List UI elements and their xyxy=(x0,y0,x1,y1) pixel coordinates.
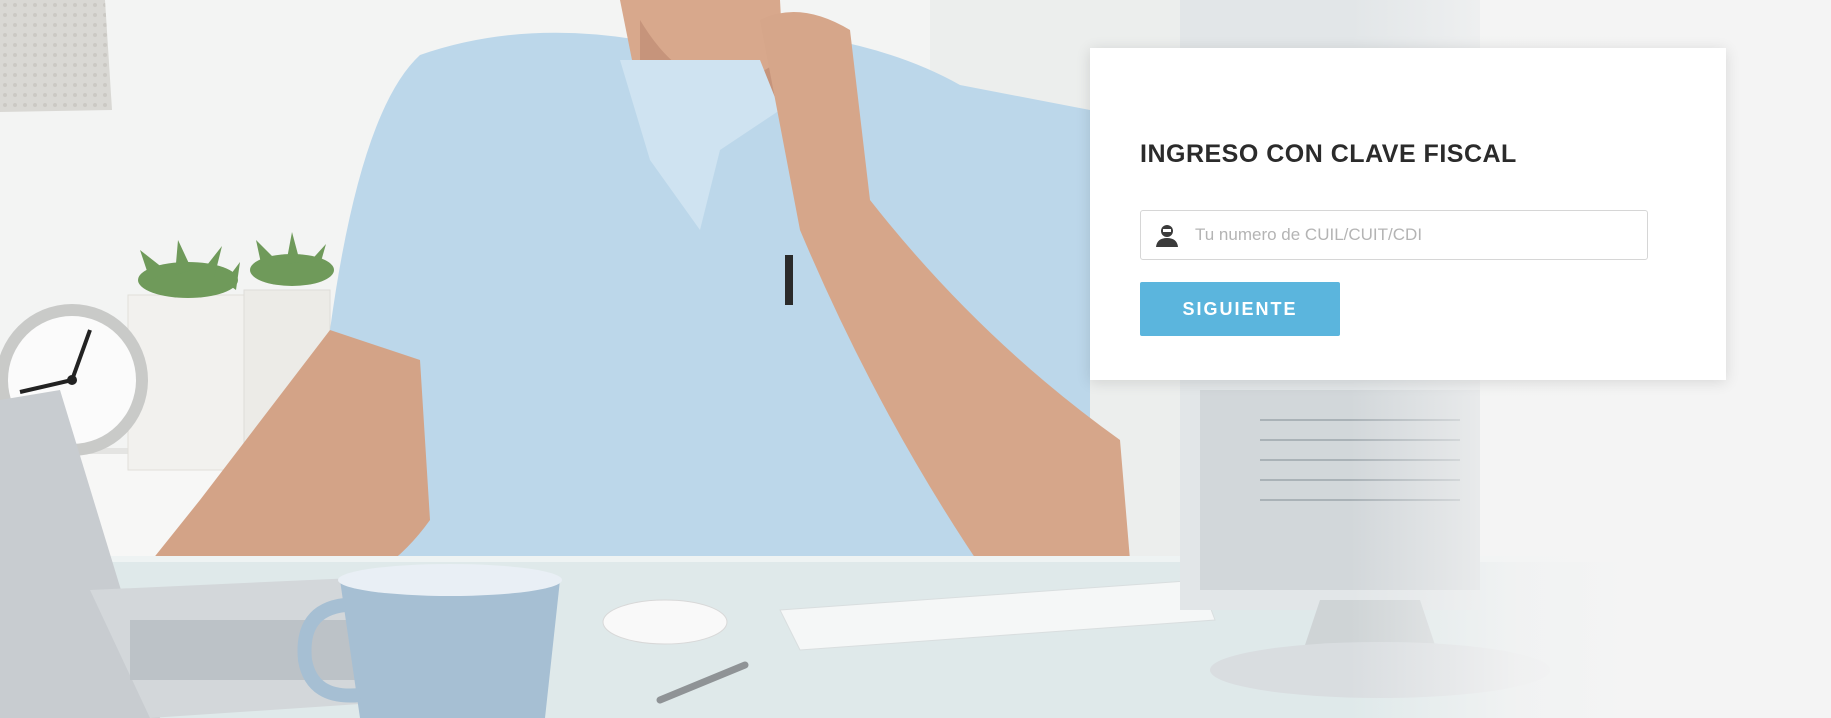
login-title: INGRESO CON CLAVE FISCAL xyxy=(1140,140,1517,168)
cuit-input[interactable] xyxy=(1195,212,1647,258)
next-button[interactable]: SIGUIENTE xyxy=(1140,282,1340,336)
user-id-icon xyxy=(1153,221,1181,249)
cuit-field[interactable] xyxy=(1140,210,1648,260)
login-page: INGRESO CON CLAVE FISCAL SIGUIENTE xyxy=(0,0,1831,718)
mouse xyxy=(602,599,728,645)
login-card: INGRESO CON CLAVE FISCAL SIGUIENTE xyxy=(1090,48,1726,380)
